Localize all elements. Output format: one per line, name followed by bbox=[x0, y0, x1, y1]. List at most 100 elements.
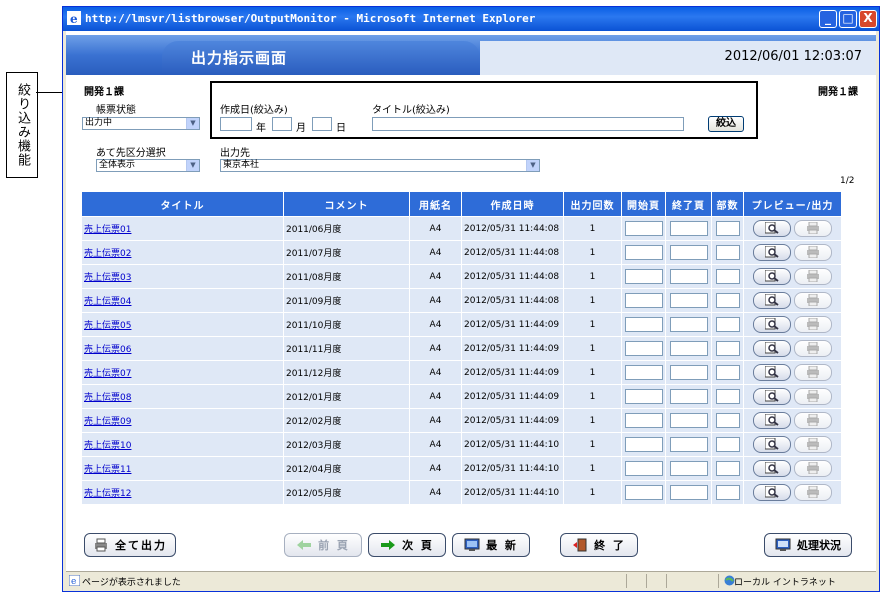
paper-cell: A4 bbox=[409, 336, 462, 361]
copies-input[interactable] bbox=[715, 341, 740, 356]
status-select[interactable]: 出力中 ▼ bbox=[82, 117, 200, 130]
report-title-link[interactable]: 売上伝票08 bbox=[84, 393, 131, 403]
end-page-input[interactable] bbox=[669, 413, 708, 428]
preview-magnifier-icon bbox=[765, 246, 779, 258]
copies-input[interactable] bbox=[715, 317, 740, 332]
report-title-link[interactable]: 売上伝票05 bbox=[84, 321, 131, 331]
copies-input[interactable] bbox=[715, 365, 740, 380]
output-button[interactable] bbox=[793, 484, 832, 501]
start-page-input[interactable] bbox=[624, 485, 663, 500]
copies-input[interactable] bbox=[715, 245, 740, 260]
title-cell: 売上伝票03 bbox=[81, 264, 284, 289]
maximize-button[interactable]: □ bbox=[839, 10, 857, 28]
start-page-input[interactable] bbox=[624, 269, 663, 284]
copies-input[interactable] bbox=[715, 221, 740, 236]
preview-button[interactable] bbox=[753, 460, 792, 477]
report-title-link[interactable]: 売上伝票07 bbox=[84, 369, 131, 379]
end-page-input[interactable] bbox=[669, 245, 708, 260]
end-page-input[interactable] bbox=[669, 437, 708, 452]
preview-button[interactable] bbox=[753, 316, 792, 333]
refresh-button[interactable]: 最 新 bbox=[452, 533, 530, 557]
end-page-input[interactable] bbox=[669, 389, 708, 404]
start-page-input[interactable] bbox=[624, 341, 663, 356]
report-title-link[interactable]: 売上伝票04 bbox=[84, 297, 131, 307]
end-page-input[interactable] bbox=[669, 269, 708, 284]
preview-button[interactable] bbox=[753, 436, 792, 453]
start-page-input[interactable] bbox=[624, 317, 663, 332]
print-all-button[interactable]: 全て出力 bbox=[84, 533, 176, 557]
preview-output-cell bbox=[743, 288, 842, 313]
report-title-link[interactable]: 売上伝票03 bbox=[84, 273, 131, 283]
report-title-link[interactable]: 売上伝票12 bbox=[84, 489, 131, 499]
copies-input[interactable] bbox=[715, 461, 740, 476]
copies-input[interactable] bbox=[715, 437, 740, 452]
copies-cell bbox=[711, 216, 744, 241]
preview-button[interactable] bbox=[753, 220, 792, 237]
end-page-input[interactable] bbox=[669, 317, 708, 332]
end-page-input[interactable] bbox=[669, 461, 708, 476]
output-button[interactable] bbox=[793, 268, 832, 285]
output-button[interactable] bbox=[793, 460, 832, 477]
comment-cell: 2012/05月度 bbox=[283, 480, 410, 505]
close-window-button[interactable]: X bbox=[859, 10, 877, 28]
day-input[interactable] bbox=[312, 117, 332, 131]
output-button[interactable] bbox=[793, 220, 832, 237]
start-page-input[interactable] bbox=[624, 437, 663, 452]
end-page-input[interactable] bbox=[669, 221, 708, 236]
output-button[interactable] bbox=[793, 364, 832, 381]
output-button[interactable] bbox=[793, 244, 832, 261]
preview-button[interactable] bbox=[753, 244, 792, 261]
report-title-link[interactable]: 売上伝票10 bbox=[84, 441, 131, 451]
year-input[interactable] bbox=[220, 117, 252, 131]
start-page-input[interactable] bbox=[624, 221, 663, 236]
output-button[interactable] bbox=[793, 292, 832, 309]
output-button[interactable] bbox=[793, 436, 832, 453]
end-page-input[interactable] bbox=[669, 365, 708, 380]
filter-button[interactable]: 絞込 bbox=[708, 116, 744, 132]
copies-input[interactable] bbox=[715, 389, 740, 404]
output-button[interactable] bbox=[793, 388, 832, 405]
minimize-button[interactable]: _ bbox=[819, 10, 837, 28]
title-filter-input[interactable] bbox=[372, 117, 684, 131]
output-button[interactable] bbox=[793, 316, 832, 333]
preview-button[interactable] bbox=[753, 340, 792, 357]
title-cell: 売上伝票10 bbox=[81, 432, 284, 457]
copies-input[interactable] bbox=[715, 293, 740, 308]
preview-button[interactable] bbox=[753, 268, 792, 285]
end-page-input[interactable] bbox=[669, 485, 708, 500]
report-title-link[interactable]: 売上伝票11 bbox=[84, 465, 131, 475]
report-title-link[interactable]: 売上伝票02 bbox=[84, 249, 131, 259]
preview-button[interactable] bbox=[753, 388, 792, 405]
start-page-input[interactable] bbox=[624, 413, 663, 428]
next-page-button[interactable]: 次 頁 bbox=[368, 533, 446, 557]
report-title-link[interactable]: 売上伝票09 bbox=[84, 417, 131, 427]
ie-window: e http://lmsvr/listbrowser/OutputMonitor… bbox=[62, 6, 880, 592]
prev-page-button[interactable]: 前 頁 bbox=[284, 533, 362, 557]
preview-button[interactable] bbox=[753, 292, 792, 309]
dest-select[interactable]: 東京本社 ▼ bbox=[220, 159, 540, 172]
copies-input[interactable] bbox=[715, 269, 740, 284]
end-page-input[interactable] bbox=[669, 293, 708, 308]
end-page-input[interactable] bbox=[669, 341, 708, 356]
start-page-input[interactable] bbox=[624, 389, 663, 404]
preview-button[interactable] bbox=[753, 484, 792, 501]
month-input[interactable] bbox=[272, 117, 292, 131]
copies-input[interactable] bbox=[715, 485, 740, 500]
output-button[interactable] bbox=[793, 340, 832, 357]
start-page-input[interactable] bbox=[624, 365, 663, 380]
process-status-button[interactable]: 処理状況 bbox=[764, 533, 852, 557]
preview-button[interactable] bbox=[753, 364, 792, 381]
preview-magnifier-icon bbox=[765, 462, 779, 474]
start-page-input[interactable] bbox=[624, 245, 663, 260]
report-title-link[interactable]: 売上伝票01 bbox=[84, 225, 131, 235]
copies-input[interactable] bbox=[715, 413, 740, 428]
report-title-link[interactable]: 売上伝票06 bbox=[84, 345, 131, 355]
start-page-input[interactable] bbox=[624, 461, 663, 476]
exit-button[interactable]: 終 了 bbox=[560, 533, 638, 557]
start-page-input[interactable] bbox=[624, 293, 663, 308]
output-button[interactable] bbox=[793, 412, 832, 429]
preview-magnifier-icon bbox=[765, 390, 779, 402]
dest-type-select[interactable]: 全体表示 ▼ bbox=[96, 159, 200, 172]
preview-button[interactable] bbox=[753, 412, 792, 429]
count-cell: 1 bbox=[563, 456, 622, 481]
